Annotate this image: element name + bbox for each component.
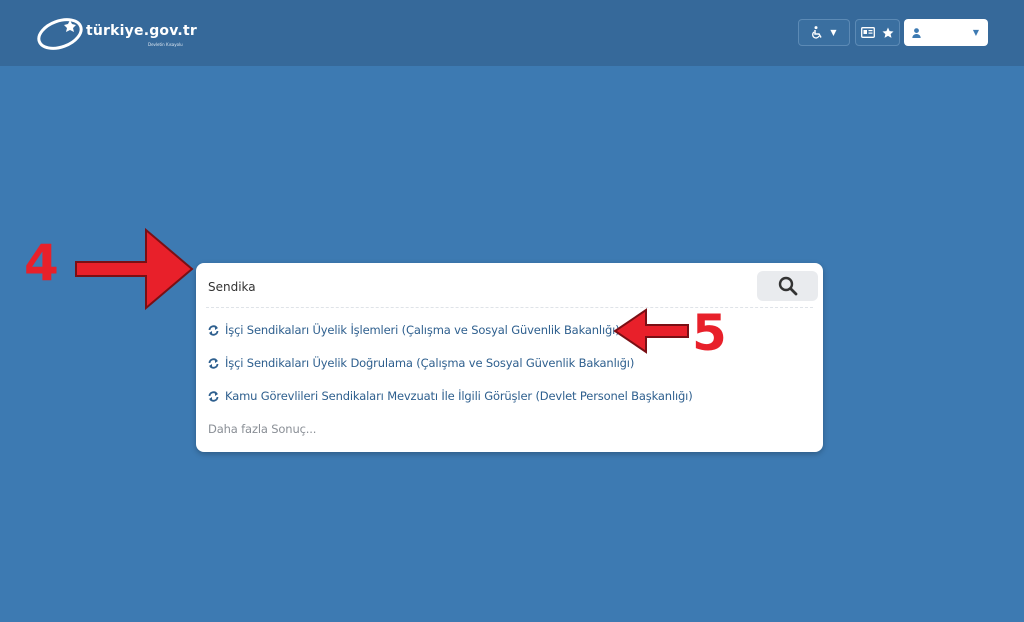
annotation-arrow-left-icon bbox=[613, 308, 689, 354]
chevron-down-icon: ▼ bbox=[830, 27, 837, 37]
site-logo[interactable]: türkiye.gov.tr Devletin Kısayolu bbox=[36, 12, 206, 54]
logo-text: türkiye.gov.tr bbox=[86, 23, 197, 39]
annotation-step-4: 4 bbox=[24, 234, 59, 292]
favorites-button[interactable] bbox=[855, 19, 900, 46]
search-result-label: İşçi Sendikaları Üyelik Doğrulama (Çalış… bbox=[225, 356, 635, 370]
top-header: türkiye.gov.tr Devletin Kısayolu ▼ ▼ bbox=[0, 0, 1024, 66]
search-icon bbox=[778, 276, 797, 296]
search-dropdown: İşçi Sendikaları Üyelik İşlemleri (Çalış… bbox=[196, 263, 823, 452]
search-result-item[interactable]: İşçi Sendikaları Üyelik Doğrulama (Çalış… bbox=[208, 356, 634, 370]
annotation-step-5: 5 bbox=[692, 304, 727, 362]
search-result-label: İşçi Sendikaları Üyelik İşlemleri (Çalış… bbox=[225, 323, 620, 337]
chevron-down-icon: ▼ bbox=[972, 27, 979, 37]
search-input[interactable] bbox=[206, 275, 750, 299]
annotation-arrow-right-icon bbox=[75, 227, 194, 311]
accessibility-button[interactable]: ▼ bbox=[798, 19, 850, 46]
id-card-icon bbox=[861, 27, 875, 38]
search-result-label: Kamu Görevlileri Sendikaları Mevzuatı İl… bbox=[225, 389, 693, 403]
refresh-icon bbox=[208, 324, 219, 336]
star-icon bbox=[882, 27, 894, 38]
refresh-icon bbox=[208, 357, 219, 369]
search-result-item[interactable]: İşçi Sendikaları Üyelik İşlemleri (Çalış… bbox=[208, 323, 620, 337]
wheelchair-icon bbox=[812, 26, 823, 39]
user-icon bbox=[912, 27, 921, 38]
user-menu-button[interactable]: ▼ bbox=[904, 19, 988, 46]
search-button[interactable] bbox=[757, 271, 818, 301]
logo-tagline: Devletin Kısayolu bbox=[148, 42, 183, 47]
more-results-link[interactable]: Daha fazla Sonuç... bbox=[208, 422, 316, 436]
search-result-item[interactable]: Kamu Görevlileri Sendikaları Mevzuatı İl… bbox=[208, 389, 693, 403]
refresh-icon bbox=[208, 390, 219, 402]
